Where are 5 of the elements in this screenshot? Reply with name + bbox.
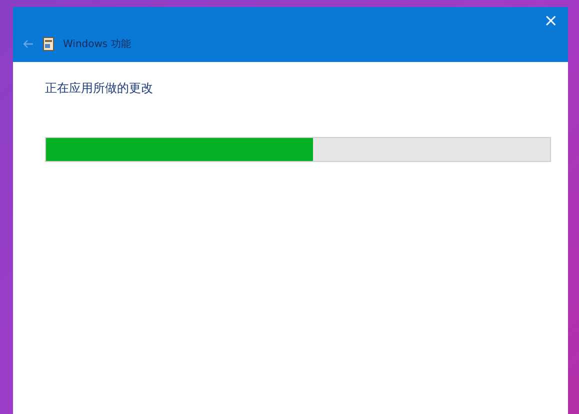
close-button[interactable]: × [542,11,560,31]
status-heading: 正在应用所做的更改 [45,80,154,97]
app-icon [43,37,54,51]
window-title: Windows 功能 [63,38,131,51]
back-arrow-icon[interactable] [22,39,34,49]
